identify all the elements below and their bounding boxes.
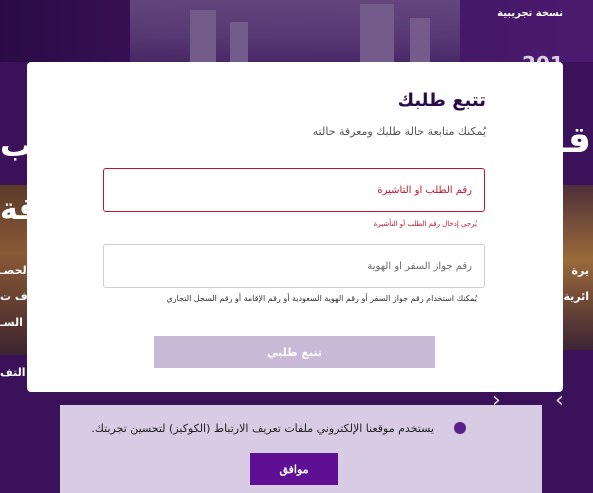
request-number-error: يُرجى إدخال رقم الطلب أو التأشيرة [373, 220, 477, 228]
hero-text-fragment: لحصـ [0, 264, 27, 277]
modal-subtitle: يُمكنك متابعة حالة طلبك ومعرفة حالته [312, 125, 486, 138]
track-request-button[interactable]: تتبع طلبي [154, 336, 435, 368]
hero-text-fragment: يرة [571, 264, 589, 277]
cookie-banner: يستخدم موقعنا الإلكتروني ملفات تعريف الا… [60, 405, 542, 493]
cookie-message: يستخدم موقعنا الإلكتروني ملفات تعريف الا… [91, 422, 434, 435]
modal-title: تتبع طلبك [397, 90, 486, 111]
cookie-icon [454, 422, 466, 434]
passport-id-hint: يُمكنك استخدام رقم جواز السفر أو رقم اله… [166, 294, 477, 303]
request-number-input[interactable] [103, 168, 485, 212]
hero-text-fragment: ف ت [0, 290, 28, 303]
hero-photo [130, 0, 460, 62]
cookie-accept-button[interactable]: موافق [250, 453, 338, 485]
track-request-modal: تتبع طلبك يُمكنك متابعة حالة طلبك ومعرفة… [27, 62, 563, 392]
passport-id-input[interactable] [103, 244, 485, 288]
hero-text-fragment: ائرية [563, 290, 589, 303]
hero-text-fragment: السـ [0, 316, 23, 329]
version-label: نسخة تجريبية [497, 8, 563, 19]
